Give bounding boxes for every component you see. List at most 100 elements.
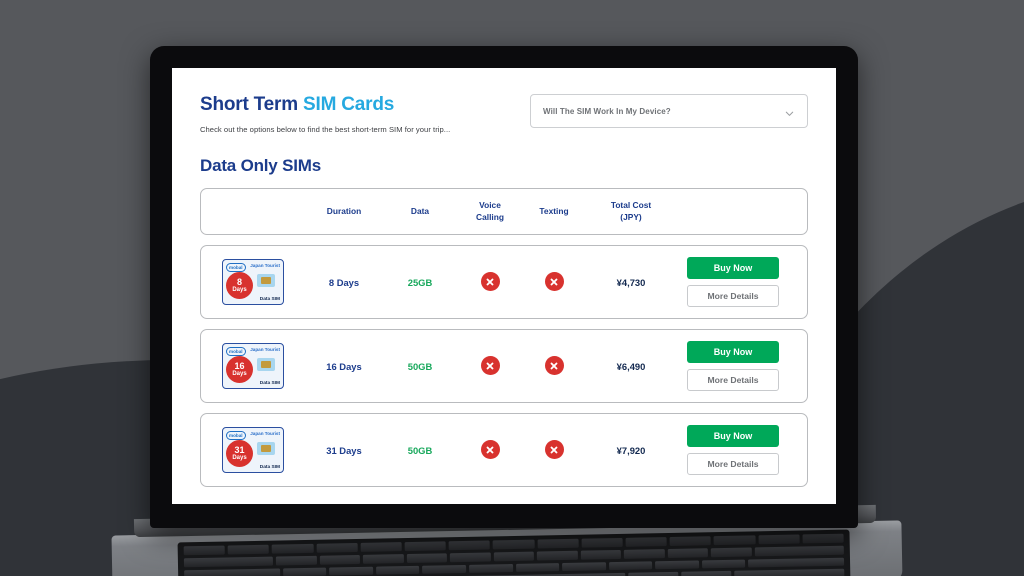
key [329, 566, 374, 576]
key [734, 568, 845, 576]
key [422, 564, 467, 575]
key [404, 541, 446, 551]
laptop-device: Short Term SIM Cards Check out the optio… [150, 46, 858, 528]
thumbnail-days-label: Days [232, 455, 247, 462]
unavailable-icon [544, 356, 564, 376]
more-details-button[interactable]: More Details [687, 369, 779, 391]
unavailable-icon [544, 272, 564, 292]
cell-data: 25GB [407, 276, 433, 288]
sim-card-thumbnail: mobal Japan Tourist 16 Days Data SIM [222, 343, 284, 389]
more-details-button[interactable]: More Details [687, 453, 779, 475]
key [580, 549, 622, 560]
device-compatibility-select[interactable]: Will The SIM Work In My Device? [530, 94, 808, 128]
key [562, 561, 606, 572]
unavailable-icon [480, 272, 500, 292]
table-header-row: Duration Data Voice Calling Texting Tota… [201, 189, 807, 234]
key [375, 565, 420, 575]
unavailable-icon [480, 356, 500, 376]
key [319, 554, 361, 565]
cell-total-cost: ¥7,920 [616, 444, 646, 456]
table-row-content: mobal Japan Tourist 8 Days Data SIM 8 Da… [201, 246, 807, 318]
key [701, 559, 746, 569]
sim-card-thumbnail: mobal Japan Tourist 31 Days Data SIM [222, 427, 284, 473]
mobal-logo: mobal [226, 430, 246, 440]
cell-duration: 31 Days [326, 444, 362, 456]
thumbnail-days-label: Days [232, 371, 247, 378]
cell-total-cost: ¥4,730 [616, 276, 646, 288]
thumbnail-days-label: Days [232, 287, 247, 294]
thumbnail-type-label: Data SIM [259, 380, 280, 386]
key [655, 559, 699, 570]
product-thumbnail-cell[interactable]: mobal Japan Tourist 31 Days Data SIM [201, 427, 305, 473]
buy-now-button[interactable]: Buy Now [687, 341, 779, 363]
thumbnail-tourist-label: Japan Tourist [250, 263, 280, 268]
key [272, 543, 314, 554]
table-row: mobal Japan Tourist 31 Days Data SIM 31 … [200, 413, 808, 487]
cell-duration: 8 Days [328, 276, 360, 288]
cell-data: 50GB [407, 360, 433, 372]
key [628, 572, 679, 576]
thumbnail-tourist-label: Japan Tourist [250, 431, 280, 436]
key [184, 567, 281, 576]
page-title: Short Term SIM Cards [200, 94, 450, 116]
mobal-logo: mobal [226, 346, 246, 356]
product-thumbnail-cell[interactable]: mobal Japan Tourist 16 Days Data SIM [201, 343, 305, 389]
cell-texting [523, 356, 585, 376]
table-row: mobal Japan Tourist 8 Days Data SIM 8 Da… [200, 245, 808, 319]
cell-voice-calling [457, 440, 523, 460]
thumbnail-type-label: Data SIM [259, 296, 280, 302]
table-row: mobal Japan Tourist 16 Days Data SIM 16 … [200, 329, 808, 403]
key [515, 562, 560, 573]
thumbnail-days-badge: 16 Days [226, 356, 253, 383]
key [450, 552, 491, 562]
more-details-button[interactable]: More Details [687, 285, 779, 307]
buy-now-button[interactable]: Buy Now [687, 425, 779, 447]
buy-now-button[interactable]: Buy Now [687, 257, 779, 279]
cell-texting [523, 440, 585, 460]
thumbnail-days-number: 31 [234, 444, 245, 455]
key [608, 560, 653, 571]
column-header-voice-calling: Voice Calling [457, 200, 523, 223]
chevron-down-icon [784, 106, 795, 117]
sim-card-thumbnail: mobal Japan Tourist 8 Days Data SIM [222, 259, 284, 305]
key [282, 567, 327, 576]
sim-chip-icon [257, 358, 275, 371]
page-header: Short Term SIM Cards Check out the optio… [200, 94, 808, 134]
page-title-accent: SIM Cards [303, 94, 395, 115]
mobal-logo: mobal [226, 262, 246, 272]
column-header-texting: Texting [539, 205, 569, 216]
key [711, 547, 752, 557]
key [581, 537, 623, 548]
unavailable-icon [480, 440, 500, 460]
key [667, 548, 709, 558]
table-row-content: mobal Japan Tourist 16 Days Data SIM 16 … [201, 330, 807, 402]
section-title: Data Only SIMs [200, 156, 321, 175]
column-header-total-cost-line2: (JPY) [620, 211, 642, 222]
key [363, 553, 404, 564]
thumbnail-tourist-label: Japan Tourist [250, 347, 280, 352]
thumbnail-days-badge: 8 Days [226, 272, 253, 299]
key [360, 542, 402, 552]
laptop-screen: Short Term SIM Cards Check out the optio… [172, 68, 836, 504]
column-header-data: Data [410, 205, 430, 216]
thumbnail-days-number: 8 [236, 276, 242, 287]
sim-plans-table: Duration Data Voice Calling Texting Tota… [200, 188, 808, 487]
column-header-voice-calling-line2: Calling [476, 211, 504, 222]
key [406, 553, 448, 563]
product-thumbnail-cell[interactable]: mobal Japan Tourist 8 Days Data SIM [201, 259, 305, 305]
cell-duration: 16 Days [326, 360, 362, 372]
sim-chip-icon [257, 442, 275, 455]
key [681, 571, 732, 576]
cell-total-cost: ¥6,490 [616, 360, 646, 372]
thumbnail-days-badge: 31 Days [226, 440, 253, 467]
key [537, 550, 578, 561]
key [802, 533, 844, 544]
thumbnail-type-label: Data SIM [259, 464, 280, 470]
sim-chip-icon [257, 274, 275, 287]
cell-data: 50GB [407, 444, 433, 456]
page-subtitle: Check out the options below to find the … [200, 125, 451, 134]
key [493, 551, 535, 561]
key [448, 540, 491, 550]
key [183, 556, 274, 567]
key [625, 537, 667, 547]
